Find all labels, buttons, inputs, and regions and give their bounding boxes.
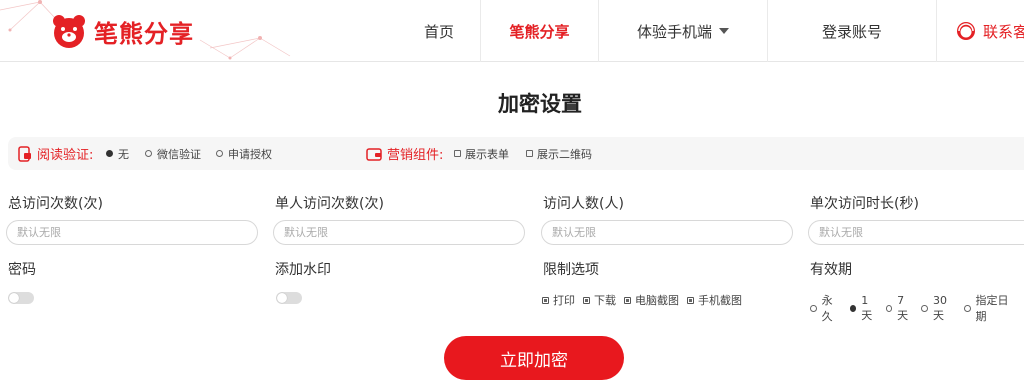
radio-selected-icon (849, 304, 857, 312)
nav-share[interactable]: 笔熊分享 (481, 0, 598, 62)
read-verify-label: 阅读验证: (37, 148, 94, 163)
encrypt-now-button[interactable]: 立即加密 (444, 336, 624, 380)
marketing-label: 营销组件: (387, 148, 444, 163)
read-verify-group: 阅读验证: (18, 137, 97, 170)
customer-service-icon (957, 22, 975, 40)
nav-login[interactable]: 登录账号 (768, 0, 936, 62)
option-label: 30天 (933, 293, 948, 322)
validity-options: 永久 1天 7天 30天 指定日期 (810, 292, 1024, 324)
nav-mobile-label: 体验手机端 (636, 22, 712, 41)
nav-home-label: 首页 (423, 22, 454, 41)
radio-icon (885, 304, 893, 312)
radio-icon (921, 304, 929, 312)
option-label: 微信验证 (157, 147, 201, 161)
watermark-label: 添加水印 (275, 262, 331, 278)
brand-logo[interactable]: 笔熊分享 (50, 12, 194, 50)
duration-label: 单次访问时长(秒) (810, 196, 919, 212)
option-label: 打印 (553, 294, 575, 307)
validity-1day[interactable]: 1天 (849, 293, 878, 323)
option-label: 电脑截图 (635, 294, 679, 307)
duration-input[interactable] (808, 220, 1024, 245)
nav-mobile-dropdown[interactable]: 体验手机端 (599, 0, 767, 62)
checkbox-icon (526, 150, 533, 157)
single-visits-input[interactable] (273, 220, 525, 245)
read-verify-option-none[interactable]: 无 (106, 137, 129, 170)
radio-icon (963, 304, 971, 312)
nav-share-label: 笔熊分享 (509, 22, 570, 41)
phone-lock-icon (18, 145, 31, 162)
bear-logo-icon (53, 15, 85, 48)
option-label: 永久 (821, 294, 833, 323)
watermark-toggle[interactable] (276, 292, 302, 304)
option-label: 下载 (594, 294, 616, 307)
nav-home[interactable]: 首页 (398, 0, 480, 62)
option-label: 展示表单 (465, 147, 509, 161)
option-label: 指定日期 (975, 294, 1009, 323)
restrictions-options: 打印 下载 电脑截图 手机截图 (542, 292, 750, 308)
nav-divider (936, 0, 937, 62)
restrictions-label: 限制选项 (543, 262, 599, 278)
radio-icon (216, 150, 223, 157)
wallet-icon (366, 147, 382, 161)
visitors-input[interactable] (541, 220, 793, 245)
toggle-knob (9, 293, 19, 303)
contact-label: 联系客 (983, 22, 1024, 41)
checkbox-checked-icon (542, 296, 549, 304)
validity-label: 有效期 (810, 262, 852, 278)
checkbox-icon (454, 150, 461, 157)
option-label: 手机截图 (698, 294, 742, 307)
caret-down-icon (719, 28, 729, 34)
option-label: 1天 (861, 293, 873, 322)
radio-icon (145, 150, 152, 157)
password-toggle[interactable] (8, 292, 34, 304)
nav-login-label: 登录账号 (821, 22, 882, 41)
checkbox-checked-icon (687, 296, 694, 304)
contact-service[interactable]: 联系客 (955, 0, 1024, 62)
radio-icon (810, 304, 817, 312)
total-visits-label: 总访问次数(次) (8, 196, 103, 212)
validity-30days[interactable]: 30天 (921, 294, 955, 323)
total-visits-input[interactable] (6, 220, 258, 245)
page-title: 加密设置 (498, 92, 582, 116)
validity-forever[interactable]: 永久 (810, 292, 842, 324)
validity-custom-date[interactable]: 指定日期 (963, 292, 1016, 324)
marketing-group: 营销组件: (366, 137, 447, 170)
marketing-option-qrcode[interactable]: 展示二维码 (526, 137, 592, 170)
read-verify-option-authorize[interactable]: 申请授权 (216, 137, 272, 170)
radio-selected-icon (106, 150, 113, 157)
validity-7days[interactable]: 7天 (885, 293, 914, 323)
visitors-label: 访问人数(人) (543, 196, 624, 212)
toggle-knob (277, 293, 287, 303)
brand-name: 笔熊分享 (94, 19, 194, 48)
marketing-option-form[interactable]: 展示表单 (454, 137, 509, 170)
restriction-mobile-screenshot[interactable]: 手机截图 (687, 292, 742, 308)
option-label: 无 (118, 147, 129, 161)
restriction-pc-screenshot[interactable]: 电脑截图 (624, 292, 679, 308)
read-verify-option-wechat[interactable]: 微信验证 (145, 137, 201, 170)
password-label: 密码 (8, 262, 36, 278)
restriction-print[interactable]: 打印 (542, 292, 575, 308)
checkbox-checked-icon (583, 296, 590, 304)
restriction-download[interactable]: 下载 (583, 292, 616, 308)
single-visits-label: 单人访问次数(次) (275, 196, 384, 212)
option-bar: 阅读验证: 无 微信验证 申请授权 营销组件: 展示表单 展示二维码 (8, 137, 1024, 170)
checkbox-checked-icon (624, 296, 631, 304)
option-label: 展示二维码 (537, 147, 592, 161)
top-header: 笔熊分享 首页 笔熊分享 体验手机端 登录账号 联系客 (0, 0, 1024, 62)
option-label: 申请授权 (228, 147, 272, 161)
option-label: 7天 (897, 293, 909, 322)
